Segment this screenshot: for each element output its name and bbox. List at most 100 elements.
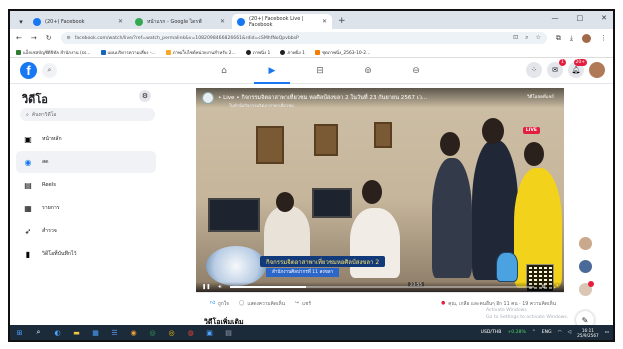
profile-avatar[interactable]: [589, 62, 605, 78]
messenger-icon[interactable]: ✉ 1: [547, 59, 566, 78]
progress-fill: [229, 286, 306, 288]
app-icon[interactable]: ▣: [204, 327, 215, 338]
wifi-icon[interactable]: ◠: [558, 330, 562, 335]
bookmark-item[interactable]: ภาพนิ่ง 1: [280, 49, 305, 56]
settings-icon[interactable]: ⚙: [542, 284, 546, 290]
close-window-button[interactable]: ✕: [601, 14, 607, 22]
person: [432, 158, 472, 278]
store-icon[interactable]: ▦: [90, 327, 101, 338]
forward-icon[interactable]: →: [31, 34, 37, 42]
sidebar-item-shows[interactable]: ▦ รายการ: [16, 197, 156, 219]
app-icon[interactable]: ◍: [185, 327, 196, 338]
download-icon[interactable]: ⤓: [570, 34, 573, 43]
currency-label[interactable]: USD/THB: [481, 330, 502, 335]
tab-google-drive[interactable]: หน้าแรก - Google ไดรฟ์ ✕: [130, 14, 230, 29]
bookmark-item[interactable]: แอ็กเซสบัญชีดิจิทัล สำนักงาน (ss...: [16, 49, 91, 56]
profile-avatar[interactable]: [582, 33, 591, 43]
chrome-icon[interactable]: ◎: [147, 327, 158, 338]
bookmark-item[interactable]: ชุดภาพนิ่ง_2563-10-2...: [314, 49, 370, 56]
minimize-button[interactable]: —: [552, 14, 559, 22]
url-actions: ⊡ ⌕ ☆: [513, 34, 541, 42]
reload-icon[interactable]: ↻: [46, 34, 52, 42]
sidebar-item-explore[interactable]: ➶ สำรวจ: [16, 220, 156, 242]
video-player[interactable]: • Live • กิจกรรมจิตอาสาพาเที่ยวชม หอศิลป…: [196, 88, 564, 292]
back-icon[interactable]: ←: [16, 34, 22, 42]
bookmark-icon: ▮: [25, 249, 31, 259]
contact-avatar[interactable]: [578, 236, 593, 251]
star-icon[interactable]: ☆: [536, 34, 541, 42]
wall-painting: [374, 122, 392, 148]
chrome-icon[interactable]: ◎: [166, 327, 177, 338]
search-icon[interactable]: ⌕: [42, 63, 57, 78]
notifications-icon[interactable]: 🔔︎ 20+: [568, 59, 587, 78]
url-field[interactable]: ⚙ facebook.com/watch/live/?ref=watch_per…: [60, 32, 547, 44]
progress-bar[interactable]: [229, 286, 534, 288]
volume-icon[interactable]: 🔊︎: [218, 284, 221, 290]
like-button[interactable]: 👍︎ ถูกใจ: [210, 300, 229, 308]
extensions-icon[interactable]: ⧉: [556, 34, 561, 43]
monitor: [312, 188, 352, 218]
video-controls: ❚❚ 🔊︎ ⚙ ⤢: [196, 282, 564, 292]
sidebar-item-saved[interactable]: ▮ วิดีโอที่บันทึกไว้: [16, 243, 156, 265]
contact-avatar[interactable]: [578, 281, 594, 297]
new-tab-button[interactable]: +: [338, 14, 346, 29]
search-icon[interactable]: ⌕: [33, 327, 44, 338]
system-tray: USD/THB +0.28% ⌃ ENG ◠ ◁ 16:11 25/9/2567…: [481, 328, 609, 338]
bookmark-item[interactable]: ภาพเว็บไซต์หน่วยงานสำหรับ 2...: [165, 49, 236, 56]
watch-icon[interactable]: ▶: [248, 58, 296, 84]
gaming-icon[interactable]: ⊖: [392, 58, 440, 84]
explore-icon: ➶: [24, 226, 32, 236]
banner-subtitle: สำนักงานศิลปากรที่ 11 สงขลา: [266, 268, 340, 277]
widgets-icon[interactable]: ◐: [52, 327, 63, 338]
pause-icon[interactable]: ❚❚: [202, 284, 210, 290]
video-sidebar: วิดีโอ ⚙ ⌕ ค้นหาวิดีโอ ▣ หน้าหลัก ◉ สด ▤ Re…: [10, 84, 163, 334]
maximize-button[interactable]: □: [577, 14, 584, 22]
video-title: • Live • กิจกรรมจิตอาสาพาเที่ยวชม หอศิลป…: [218, 95, 428, 101]
file-explorer-icon[interactable]: ▬: [71, 327, 82, 338]
tab-label: (20+) Facebook Live | Facebook: [249, 15, 304, 28]
facebook-logo[interactable]: f: [20, 62, 37, 79]
page-logo-icon: [202, 92, 214, 104]
bookmark-item[interactable]: ภาพนิ่ง 1: [245, 49, 270, 56]
app-icon[interactable]: ◉: [128, 327, 139, 338]
browser-window: ▾ (20+) Facebook ✕ หน้าแรก - Google ไดรฟ…: [8, 9, 615, 342]
settings-gear-icon[interactable]: ⚙: [139, 90, 151, 102]
home-icon[interactable]: ⌂: [200, 58, 248, 84]
comment-button[interactable]: ◯ แสดงความคิดเห็น: [239, 300, 285, 308]
zoom-icon[interactable]: ⌕: [525, 34, 528, 42]
tab-bar: ▾ (20+) Facebook ✕ หน้าแรก - Google ไดรฟ…: [10, 11, 613, 29]
app-icon[interactable]: ☰: [109, 327, 120, 338]
app-icon[interactable]: ▤: [223, 327, 234, 338]
sidebar-item-reels[interactable]: ▤ Reels: [16, 174, 156, 196]
notification-center-icon[interactable]: ▭: [605, 330, 609, 335]
tab-facebook[interactable]: (20+) Facebook ✕: [28, 14, 128, 29]
person-head: [276, 192, 294, 212]
menu-grid-icon[interactable]: ⁘: [526, 62, 542, 78]
tab-search-icon[interactable]: ▾: [14, 15, 28, 29]
marketplace-icon[interactable]: ⊟: [296, 58, 344, 84]
video-search-input[interactable]: ⌕ ค้นหาวิดีโอ: [20, 108, 155, 121]
install-icon[interactable]: ⊡: [513, 34, 518, 42]
shows-icon: ▦: [24, 203, 32, 213]
tv-icon: ▣: [24, 134, 32, 144]
sidebar-item-live[interactable]: ◉ สด: [16, 151, 156, 173]
language-indicator[interactable]: ENG: [542, 330, 552, 335]
menu-icon[interactable]: ⋮: [600, 34, 607, 42]
windows-start-icon[interactable]: ⊞: [14, 327, 25, 338]
speaker-icon[interactable]: ◁: [568, 330, 572, 335]
clock[interactable]: 16:11 25/9/2567: [577, 328, 598, 338]
search-icon: ⌕: [26, 111, 29, 118]
share-button[interactable]: ↪ แชร์: [295, 300, 311, 308]
site-info-icon[interactable]: ⚙: [67, 36, 71, 41]
contact-avatar[interactable]: [578, 259, 593, 274]
fullscreen-icon[interactable]: ⤢: [554, 284, 558, 290]
bookmark-item[interactable]: แผนบริหารความเสี่ยง -...: [100, 49, 156, 56]
tab-facebook-live[interactable]: (20+) Facebook Live | Facebook ✕: [232, 14, 332, 29]
chevron-up-icon[interactable]: ⌃: [532, 330, 536, 335]
video-channel: วิดีโอสดที่แชร์: [527, 95, 554, 100]
close-icon[interactable]: ✕: [220, 18, 225, 25]
sidebar-item-home[interactable]: ▣ หน้าหลัก: [16, 128, 156, 150]
close-icon[interactable]: ✕: [322, 18, 327, 25]
close-icon[interactable]: ✕: [118, 18, 123, 25]
groups-icon[interactable]: ⊚: [344, 58, 392, 84]
